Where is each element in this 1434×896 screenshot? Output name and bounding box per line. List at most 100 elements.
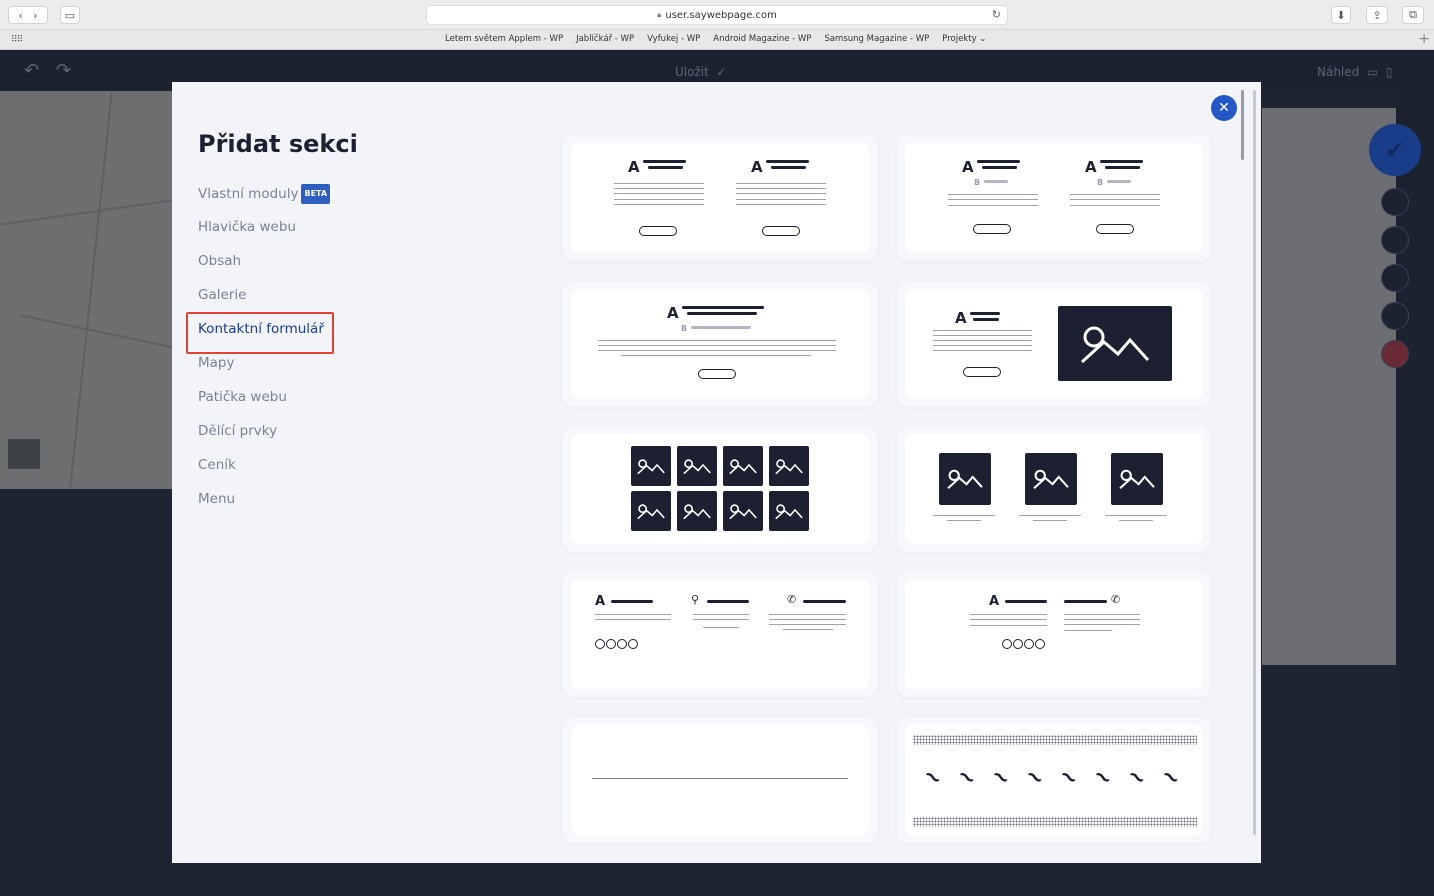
nav-item-label: Dělící prvky <box>198 423 278 439</box>
section-template-card[interactable]: A B <box>562 280 878 408</box>
heading-bar <box>707 600 749 603</box>
settings-panel <box>1262 108 1396 665</box>
image-icon <box>677 446 717 486</box>
section-template-card[interactable]: A ⚲ ✆ <box>562 570 878 698</box>
button-shape <box>639 226 677 236</box>
favorite-link[interactable]: Vyfukej - WP <box>647 34 700 44</box>
text-line <box>614 183 704 184</box>
text-line <box>948 199 1038 200</box>
text-line <box>933 340 1032 341</box>
heading-bar <box>611 600 653 603</box>
image-icon <box>1058 306 1172 381</box>
nav-item[interactable]: Ceník <box>198 456 330 490</box>
section-template-card[interactable] <box>562 425 878 553</box>
sidebar-toggle-icon[interactable]: ▭ <box>60 6 80 24</box>
text-line <box>1064 614 1140 615</box>
text-line <box>948 194 1038 195</box>
reload-icon[interactable]: ↻ <box>992 8 1001 21</box>
nav-item[interactable]: Mapy <box>198 354 330 388</box>
button-shape <box>973 224 1011 234</box>
social-circle-icon <box>606 639 616 649</box>
nav-item-label: Galerie <box>198 287 247 303</box>
favorite-link[interactable]: Letem světem Applem - WP <box>445 34 563 44</box>
template-preview: A B <box>571 289 869 399</box>
add-section-modal: Přidat sekci Vlastní moduly BETA Hlavička … <box>172 82 1261 863</box>
tabs-icon[interactable]: ⧉ <box>1402 6 1424 24</box>
home-icon[interactable] <box>1381 188 1409 216</box>
subheading-bar <box>691 326 751 329</box>
section-template-card[interactable]: A B A B <box>896 134 1212 262</box>
favorite-link[interactable]: Android Magazine - WP <box>713 34 811 44</box>
text-line <box>736 183 826 184</box>
nav-item[interactable]: Kontaktní formulář <box>185 312 335 354</box>
heading-bar <box>1100 160 1143 163</box>
save-button[interactable]: Uložit ✓ <box>675 65 726 79</box>
section-template-card[interactable] <box>896 425 1212 553</box>
new-tab-icon[interactable]: + <box>1418 31 1430 47</box>
download-icon[interactable]: ⬇ <box>1331 6 1351 24</box>
divider-line <box>592 778 848 779</box>
undo-icon[interactable]: ↶ <box>24 60 39 81</box>
nav-item[interactable]: Vlastní moduly BETA <box>198 184 331 218</box>
map-road <box>69 91 113 489</box>
text-line <box>933 350 1032 351</box>
redo-icon[interactable]: ↷ <box>56 60 71 81</box>
close-button[interactable]: ✕ <box>1211 95 1237 121</box>
heading-bar <box>1064 600 1107 603</box>
section-template-card[interactable]: A A <box>562 134 878 262</box>
puzzle-icon[interactable] <box>1381 302 1409 330</box>
scrollbar-track[interactable] <box>1253 90 1256 835</box>
address-bar[interactable]: 🔒︎ user.saywebpage.com ↻ <box>426 5 1008 25</box>
shirt-icon[interactable] <box>1381 264 1409 292</box>
caption-line <box>947 520 981 521</box>
share-icon[interactable]: ⇪ <box>1366 6 1388 24</box>
caption-line <box>1119 520 1153 521</box>
image-icon <box>1111 453 1163 505</box>
subheading-glyph: B <box>681 324 688 333</box>
favorite-link[interactable]: Jablíčkář - WP <box>576 34 634 44</box>
heading-glyph: A <box>667 304 679 322</box>
editor-canvas-dark <box>0 489 172 896</box>
button-shape <box>1096 224 1134 234</box>
text-line <box>736 204 826 205</box>
wave-glyph: ~ <box>985 762 1016 794</box>
text-line <box>1070 205 1160 206</box>
nav-item[interactable]: Hlavička webu <box>198 218 330 252</box>
nav-item[interactable]: Dělící prvky <box>198 422 330 456</box>
template-preview: A ⚲ ✆ <box>571 579 869 689</box>
heading-glyph: A <box>1085 158 1097 176</box>
text-line <box>970 619 1047 620</box>
wave-glyph: ~ <box>917 762 948 794</box>
nav-item[interactable]: Patička webu <box>198 388 330 422</box>
map-thumbnail <box>8 439 40 469</box>
text-line <box>736 199 826 200</box>
heading-bar <box>970 312 1000 315</box>
section-template-card[interactable] <box>562 716 878 844</box>
confirm-check-icon[interactable]: ✔ <box>1369 124 1421 176</box>
settings-icon[interactable] <box>1381 226 1409 254</box>
text-line <box>933 335 1032 336</box>
delete-icon[interactable] <box>1381 340 1409 368</box>
grid-icon[interactable]: ⠿⠿ <box>11 35 23 45</box>
template-preview: A B A B <box>905 143 1203 253</box>
nav-item[interactable]: Obsah <box>198 252 330 286</box>
image-icon <box>769 491 809 531</box>
heading-bar <box>643 160 686 163</box>
nav-item[interactable]: Menu <box>198 490 330 524</box>
wave-glyph: ~ <box>1053 762 1084 794</box>
caption-line <box>933 515 995 516</box>
text-line <box>614 193 704 194</box>
back-forward-buttons[interactable]: ‹ › <box>8 6 48 24</box>
scrollbar-thumb[interactable] <box>1241 90 1244 160</box>
nav-item-label: Ceník <box>198 457 236 473</box>
section-template-card[interactable]: A <box>896 280 1212 408</box>
section-template-card[interactable]: A ✆ <box>896 570 1212 698</box>
save-label: Uložit <box>675 65 709 79</box>
favorite-link[interactable]: Samsung Magazine - WP <box>824 34 929 44</box>
template-preview: A <box>905 289 1203 399</box>
text-line <box>1064 624 1140 625</box>
nav-item-label: Vlastní moduly <box>198 186 299 202</box>
preview-button[interactable]: Náhled ▭ ▯ <box>1317 65 1392 79</box>
section-template-card[interactable]: ~ ~ ~ ~ ~ ~ ~ ~ <box>896 716 1212 844</box>
favorite-link[interactable]: Projekty ⌄ <box>942 34 986 44</box>
